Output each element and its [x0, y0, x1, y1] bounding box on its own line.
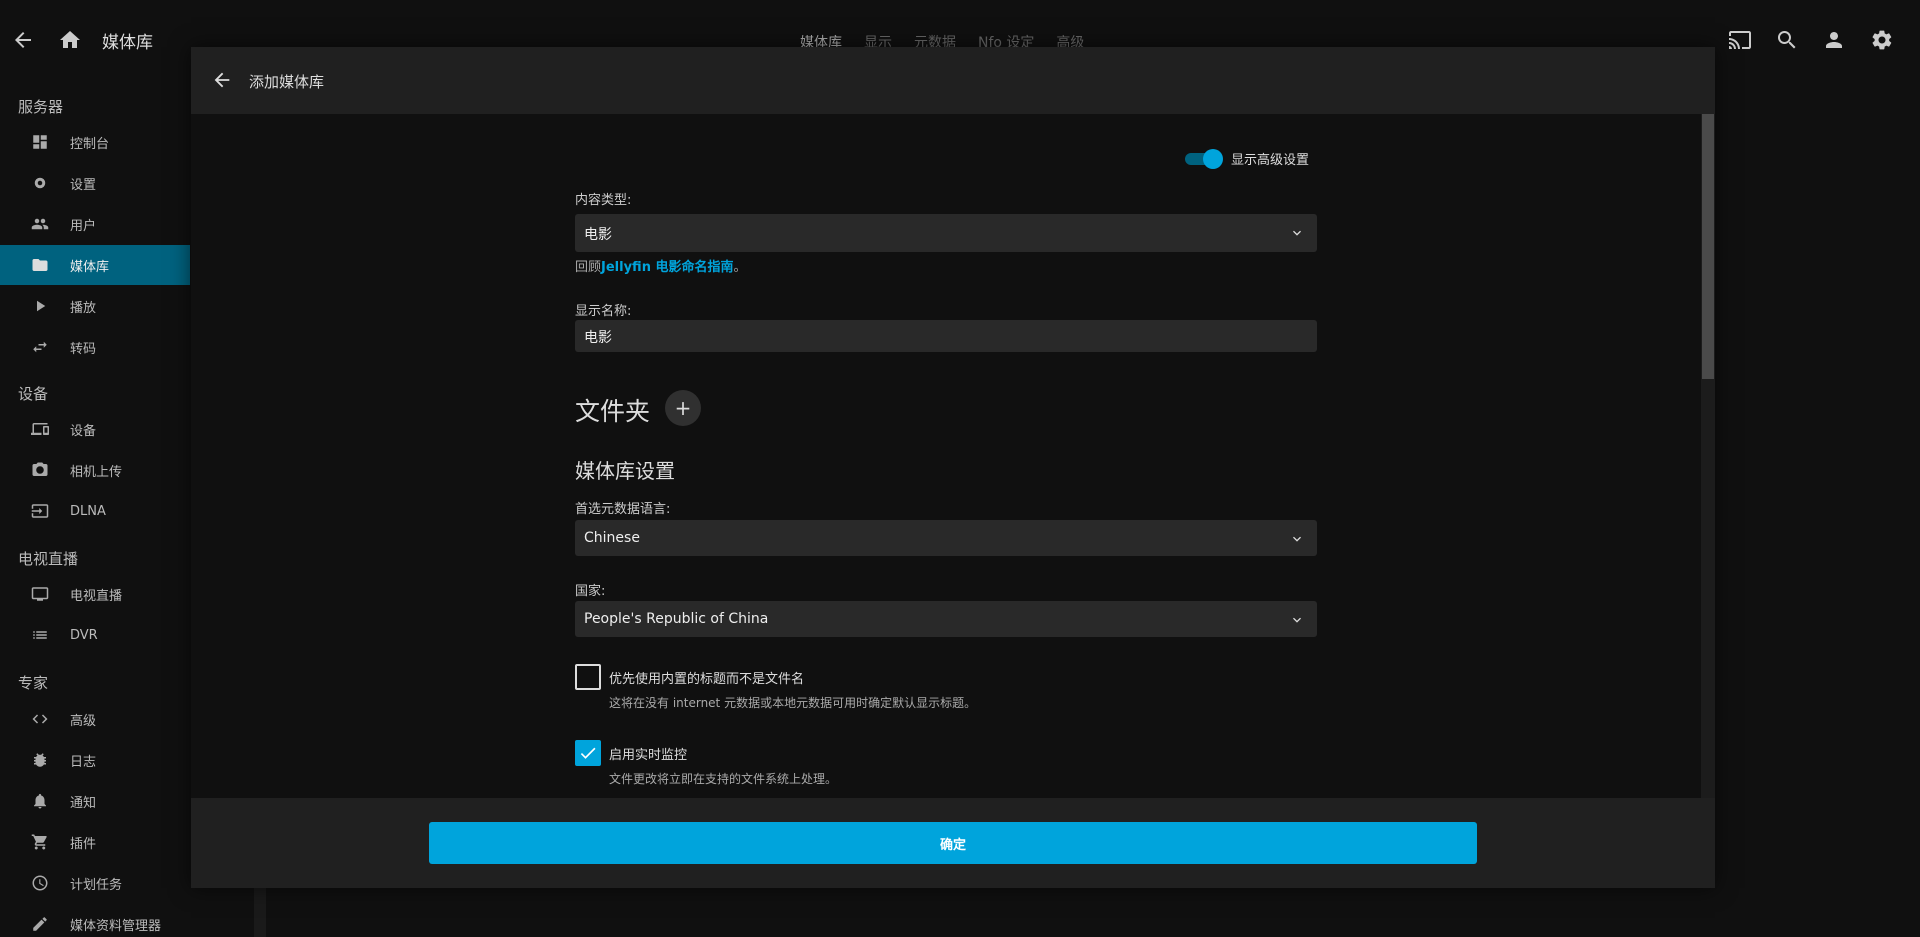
play-icon [31, 297, 49, 315]
back-arrow-icon[interactable] [11, 28, 35, 52]
sidebar-item-library[interactable]: 媒体库 [0, 245, 190, 285]
sidebar-item-notifications[interactable]: 通知 [0, 781, 190, 821]
dialog-body: 显示高级设置 内容类型: 电影 回顾Jellyfin 电影命名指南。 显示名称:… [191, 114, 1715, 798]
chevron-down-icon [1289, 612, 1305, 628]
pencil-icon [31, 915, 49, 933]
people-icon [31, 215, 49, 233]
folders-heading: 文件夹 [575, 397, 651, 426]
advanced-settings-toggle-row: 显示高级设置 [1183, 148, 1310, 169]
sidebar-item-dashboard[interactable]: 控制台 [0, 122, 190, 162]
back-arrow-icon[interactable] [211, 69, 233, 91]
dialog-header: 添加媒体库 [191, 47, 1715, 114]
chevron-down-icon [1289, 531, 1305, 547]
realtime-monitor-desc: 文件更改将立即在支持的文件系统上处理。 [609, 772, 838, 786]
sidebar-item-dlna[interactable]: DLNA [0, 491, 190, 531]
metadata-language-label: 首选元数据语言: [575, 502, 671, 517]
prefer-embedded-title-desc: 这将在没有 internet 元数据或本地元数据可用时确定默认显示标题。 [609, 696, 977, 710]
realtime-monitor-label: 启用实时监控 [609, 748, 688, 763]
content-type-label: 内容类型: [575, 193, 632, 208]
sidebar-item-devices[interactable]: 设备 [0, 409, 190, 449]
ok-button[interactable]: 确定 [429, 822, 1477, 864]
naming-guide-hint: 回顾Jellyfin 电影命名指南。 [575, 260, 747, 275]
sidebar-item-dvr[interactable]: DVR [0, 615, 190, 655]
prefer-embedded-title-checkbox[interactable] [575, 664, 601, 690]
sidebar-section-expert: 专家 [18, 674, 49, 692]
dialog-footer: 确定 [191, 798, 1715, 888]
realtime-monitor-checkbox[interactable] [575, 740, 601, 766]
devices-icon [31, 420, 49, 438]
sidebar-section-livetv: 电视直播 [18, 550, 79, 568]
sidebar-item-metadata-manager[interactable]: 媒体资料管理器 [0, 904, 190, 937]
folder-icon [31, 256, 49, 274]
user-icon[interactable] [1822, 28, 1846, 52]
add-folder-button[interactable]: + [665, 390, 701, 426]
sidebar: 服务器 控制台 设置 用户 媒体库 播放 转码 设备 设备 相机上传 DLNA … [0, 80, 190, 937]
country-label: 国家: [575, 584, 606, 599]
dashboard-icon [31, 133, 49, 151]
dialog-scrollbar-thumb[interactable] [1702, 114, 1714, 379]
sidebar-item-scheduled-tasks[interactable]: 计划任务 [0, 863, 190, 903]
country-select[interactable]: People's Republic of China [575, 601, 1317, 637]
sidebar-section-devices: 设备 [18, 385, 49, 403]
sidebar-item-advanced[interactable]: 高级 [0, 699, 190, 739]
sidebar-item-settings[interactable]: 设置 [0, 163, 190, 203]
sidebar-item-playback[interactable]: 播放 [0, 286, 190, 326]
sidebar-item-users[interactable]: 用户 [0, 204, 190, 244]
sidebar-item-livetv[interactable]: 电视直播 [0, 574, 190, 614]
plus-icon: + [674, 396, 692, 420]
metadata-language-select[interactable]: Chinese [575, 520, 1317, 556]
bug-icon [31, 751, 49, 769]
gear-icon [31, 174, 49, 192]
cart-icon [31, 833, 49, 851]
naming-guide-link[interactable]: Jellyfin 电影命名指南 [601, 260, 733, 275]
camera-icon [31, 461, 49, 479]
display-name-label: 显示名称: [575, 304, 632, 319]
checkmark-icon [580, 747, 596, 759]
chevron-down-icon [1289, 225, 1305, 241]
swap-icon [31, 338, 49, 356]
prefer-embedded-title-label: 优先使用内置的标题而不是文件名 [609, 672, 805, 687]
advanced-settings-toggle[interactable] [1183, 148, 1223, 169]
tv-icon [31, 585, 49, 603]
content-type-select[interactable]: 电影 [575, 214, 1317, 252]
dialog-title: 添加媒体库 [249, 73, 325, 91]
sidebar-section-server: 服务器 [18, 98, 64, 116]
search-icon[interactable] [1775, 28, 1799, 52]
home-icon[interactable] [58, 28, 82, 52]
list-icon [31, 626, 49, 644]
cast-icon[interactable] [1728, 28, 1752, 52]
library-settings-heading: 媒体库设置 [575, 459, 675, 483]
display-name-input[interactable]: 电影 [575, 320, 1317, 352]
app-title: 媒体库 [102, 33, 153, 53]
input-icon [31, 502, 49, 520]
sidebar-item-transcoding[interactable]: 转码 [0, 327, 190, 367]
add-library-dialog: 添加媒体库 显示高级设置 内容类型: 电影 回顾Jellyfin 电影命名指南。… [191, 47, 1715, 888]
sidebar-item-plugins[interactable]: 插件 [0, 822, 190, 862]
advanced-settings-label: 显示高级设置 [1231, 152, 1310, 168]
sidebar-item-camera-upload[interactable]: 相机上传 [0, 450, 190, 490]
code-icon [31, 710, 49, 728]
bell-icon [31, 792, 49, 810]
sidebar-item-logs[interactable]: 日志 [0, 740, 190, 780]
clock-icon [31, 874, 49, 892]
gear-icon[interactable] [1870, 28, 1894, 52]
